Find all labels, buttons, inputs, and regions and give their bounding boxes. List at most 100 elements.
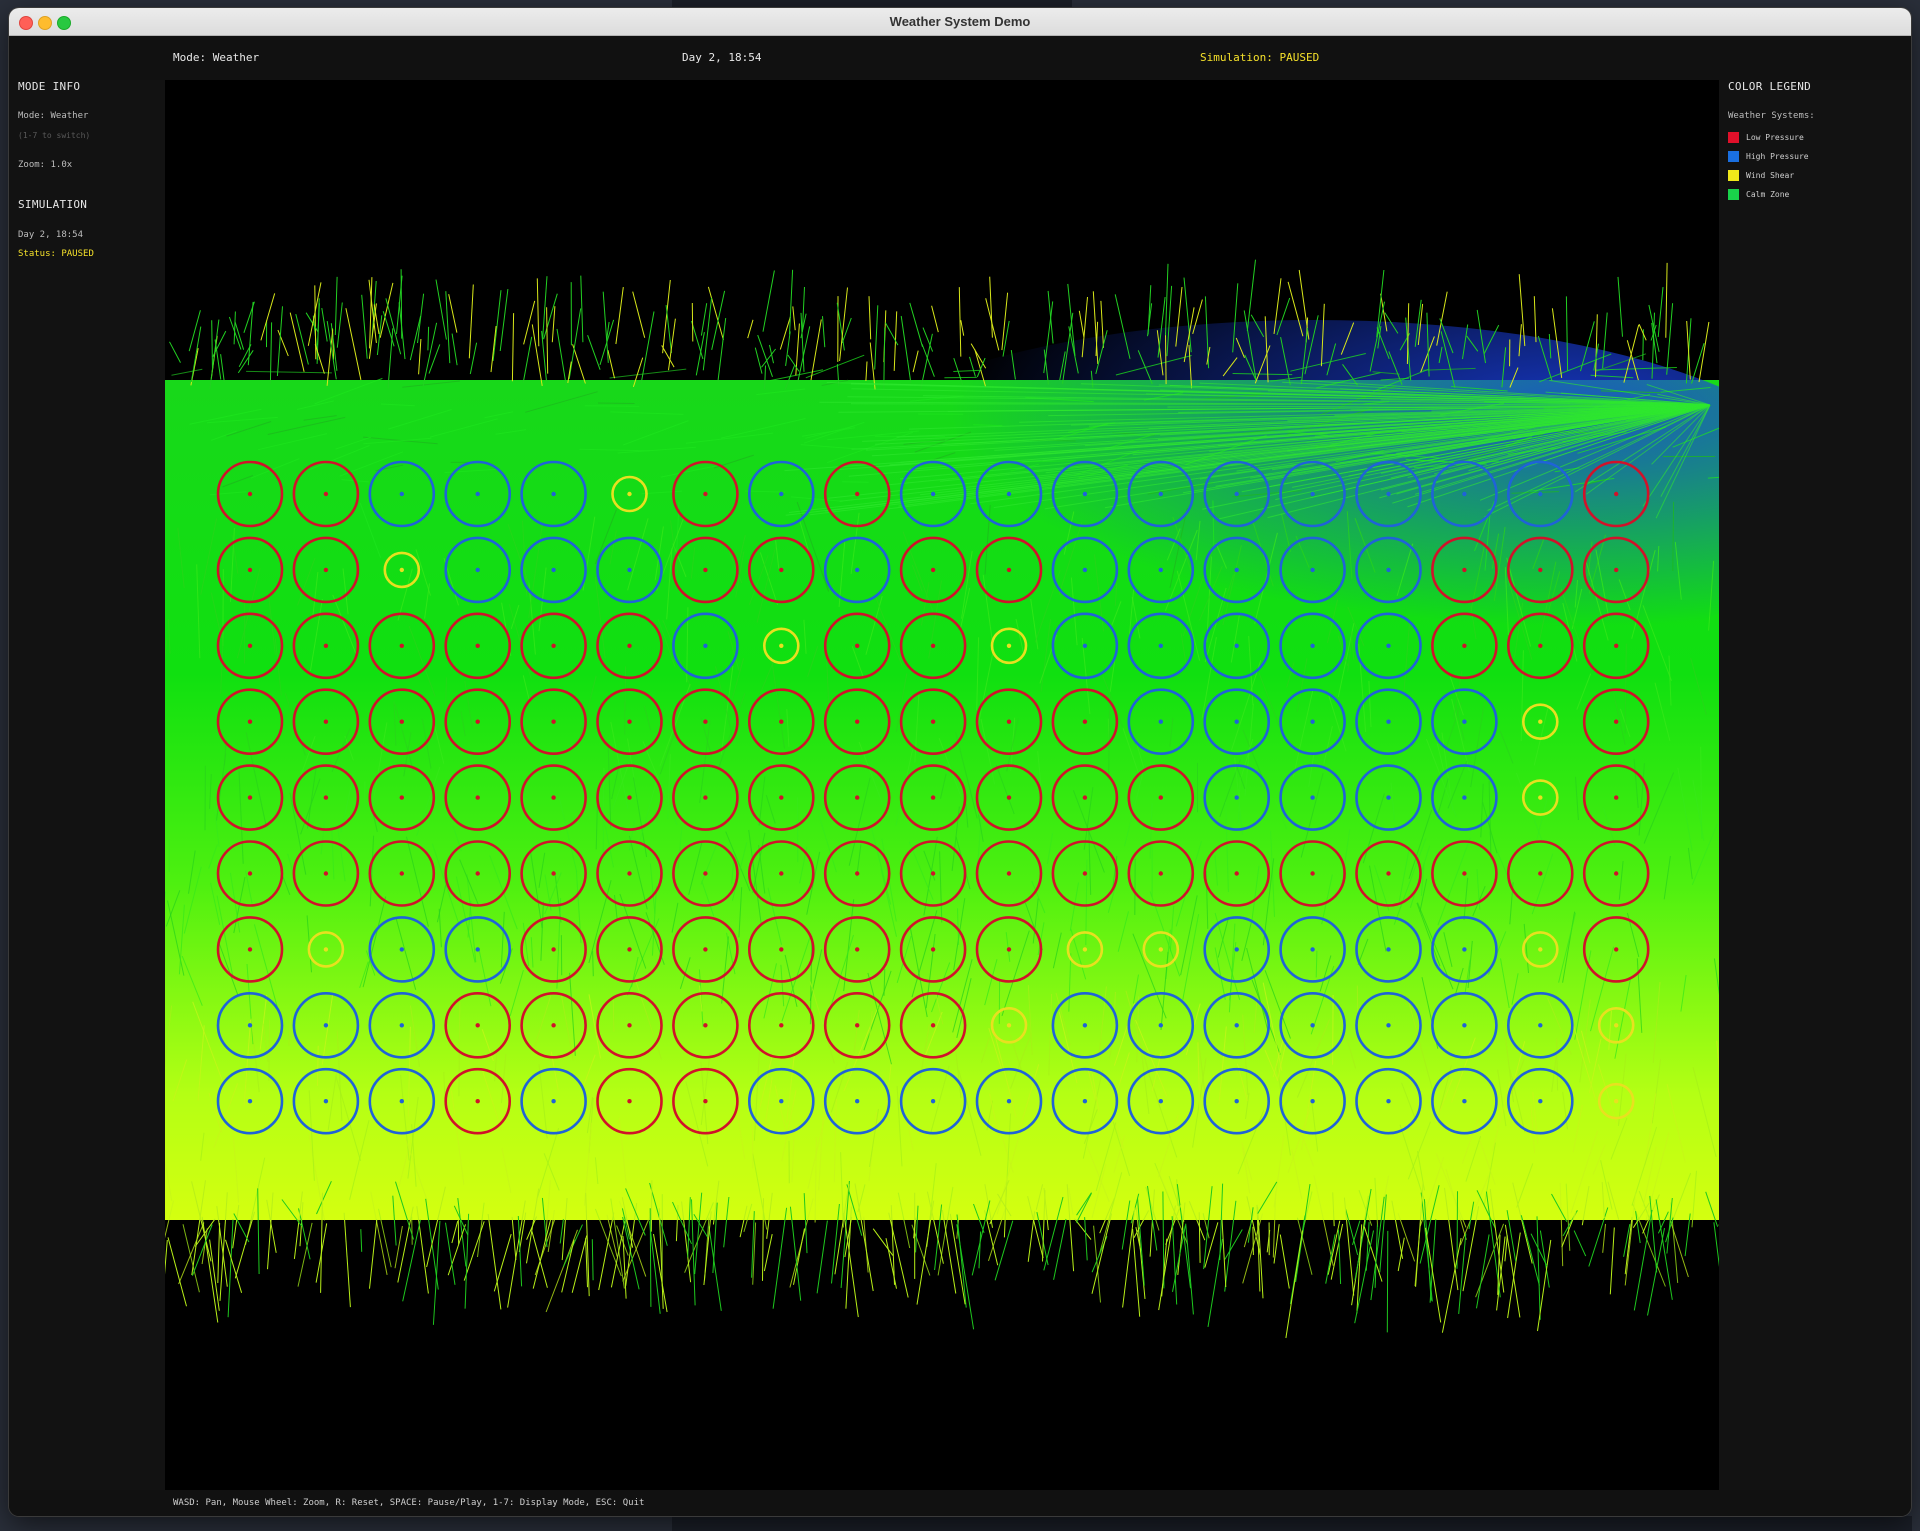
wind-vector xyxy=(1084,1217,1088,1261)
high-pressure-system-center xyxy=(779,1099,784,1104)
wind-vector xyxy=(931,305,939,333)
low-pressure-system-center xyxy=(1006,871,1012,876)
high-pressure-system-center xyxy=(1310,491,1315,497)
wind-vector xyxy=(612,995,615,1032)
high-pressure-system-center xyxy=(1006,491,1012,497)
wind-vector xyxy=(912,350,919,373)
wind-vector xyxy=(417,293,425,344)
wind-vector xyxy=(523,300,536,345)
simulation-time: Day 2, 18:54 xyxy=(18,230,84,240)
wind-vector xyxy=(314,285,317,360)
high-pressure-system-center xyxy=(1386,795,1391,800)
low-pressure-system-center xyxy=(703,1099,708,1104)
high-pressure-system-center xyxy=(627,567,632,573)
wind-vector xyxy=(1279,1234,1290,1289)
wind-vector xyxy=(1665,262,1668,338)
wind-vector xyxy=(793,1228,805,1285)
high-pressure-system-center xyxy=(1386,719,1391,724)
wind-vector xyxy=(956,1224,975,1330)
wind-vector xyxy=(169,341,181,363)
wind-vector xyxy=(792,306,796,331)
low-pressure-system-center xyxy=(551,947,556,952)
low-pressure-system-center xyxy=(399,871,404,876)
wind-vector xyxy=(432,1220,441,1325)
controls-status-bar: WASD: Pan, Mouse Wheel: Zoom, R: Reset, … xyxy=(9,1490,1911,1516)
high-pressure-system-center xyxy=(1462,795,1467,800)
wind-vector xyxy=(1504,1224,1521,1318)
wind-vector xyxy=(411,1216,413,1245)
wind-vector xyxy=(591,1239,594,1281)
high-pressure-system-center xyxy=(1234,1023,1239,1028)
low-pressure-system-center xyxy=(1614,795,1619,800)
high-pressure-system-center xyxy=(1310,567,1315,573)
high-pressure-system-center xyxy=(779,491,784,497)
wind-vector xyxy=(1667,1211,1689,1278)
low-pressure-system-center xyxy=(779,871,784,876)
wind-vector xyxy=(989,276,993,338)
low-pressure-system-center xyxy=(1310,871,1315,876)
low-pressure-system-center xyxy=(855,643,860,648)
simulation-viewport[interactable] xyxy=(165,80,1719,1490)
wind-vector xyxy=(233,311,236,345)
wind-vector xyxy=(469,342,478,375)
wind-shear-system-center xyxy=(1614,1023,1619,1028)
wind-vector xyxy=(490,326,497,373)
high-pressure-system-center xyxy=(247,1099,253,1104)
wind-vector xyxy=(499,289,509,352)
low-pressure-system-center xyxy=(930,871,936,876)
high-pressure-system-center xyxy=(399,1023,404,1028)
wind-vector xyxy=(445,291,451,364)
wind-vector xyxy=(422,322,438,387)
wind-vector xyxy=(763,1233,773,1272)
wind-vector xyxy=(246,370,332,374)
low-pressure-system-center xyxy=(1082,871,1088,876)
legend-label: Calm Zone xyxy=(1746,190,1790,199)
wind-vector xyxy=(592,951,594,977)
wind-vector xyxy=(960,320,965,336)
wind-vector xyxy=(511,1216,517,1261)
wind-vector xyxy=(751,1111,754,1169)
high-pressure-system-center xyxy=(475,947,480,952)
wind-shear-system-center xyxy=(1158,947,1163,952)
wind-vector xyxy=(822,316,826,348)
low-pressure-system-center xyxy=(323,719,329,724)
low-pressure-system-center xyxy=(1614,643,1619,648)
low-pressure-system-center xyxy=(627,1099,632,1104)
wind-shear-system-center xyxy=(1006,643,1012,648)
wind-vector xyxy=(587,335,601,370)
wind-vector xyxy=(447,1224,466,1276)
title-bar: Weather System Demo xyxy=(9,8,1911,36)
high-pressure-system-center xyxy=(1538,491,1543,497)
high-pressure-system-center xyxy=(551,491,556,497)
high-pressure-system-center xyxy=(247,1023,253,1028)
low-pressure-system-center xyxy=(930,719,936,724)
window-title: Weather System Demo xyxy=(889,14,1031,29)
wind-shear-system-center xyxy=(627,491,632,497)
high-pressure-system-center xyxy=(323,1023,329,1028)
high-pressure-system-center xyxy=(1082,491,1088,497)
high-pressure-system-center xyxy=(1386,1023,1391,1028)
low-pressure-system-center xyxy=(1006,719,1012,724)
mode-info-zoom: Zoom: 1.0x xyxy=(18,160,73,170)
topbar-simulation-status: Simulation: PAUSED xyxy=(1200,51,1320,64)
low-pressure-system-center xyxy=(1614,871,1619,876)
wind-vector xyxy=(1633,1209,1653,1311)
wind-vector xyxy=(885,1238,897,1289)
simulation-title: SIMULATION xyxy=(18,198,88,211)
wind-vector xyxy=(874,305,879,370)
low-pressure-system-center xyxy=(1614,947,1619,952)
low-pressure-system-center xyxy=(703,491,708,497)
wind-vector xyxy=(1648,304,1660,352)
weather-map[interactable] xyxy=(165,80,1719,1490)
wind-vector xyxy=(1573,1230,1587,1257)
wind-vector xyxy=(1158,1205,1176,1311)
wind-vector xyxy=(343,1212,351,1308)
high-pressure-system-center xyxy=(399,947,404,952)
wind-vector xyxy=(334,276,338,336)
low-pressure-system-center xyxy=(1462,871,1467,876)
wind-vector xyxy=(1665,1217,1674,1243)
low-pressure-system-center xyxy=(551,643,556,648)
low-pressure-system-center xyxy=(1538,567,1543,573)
wind-vector xyxy=(661,345,675,368)
low-pressure-system-center xyxy=(627,871,632,876)
